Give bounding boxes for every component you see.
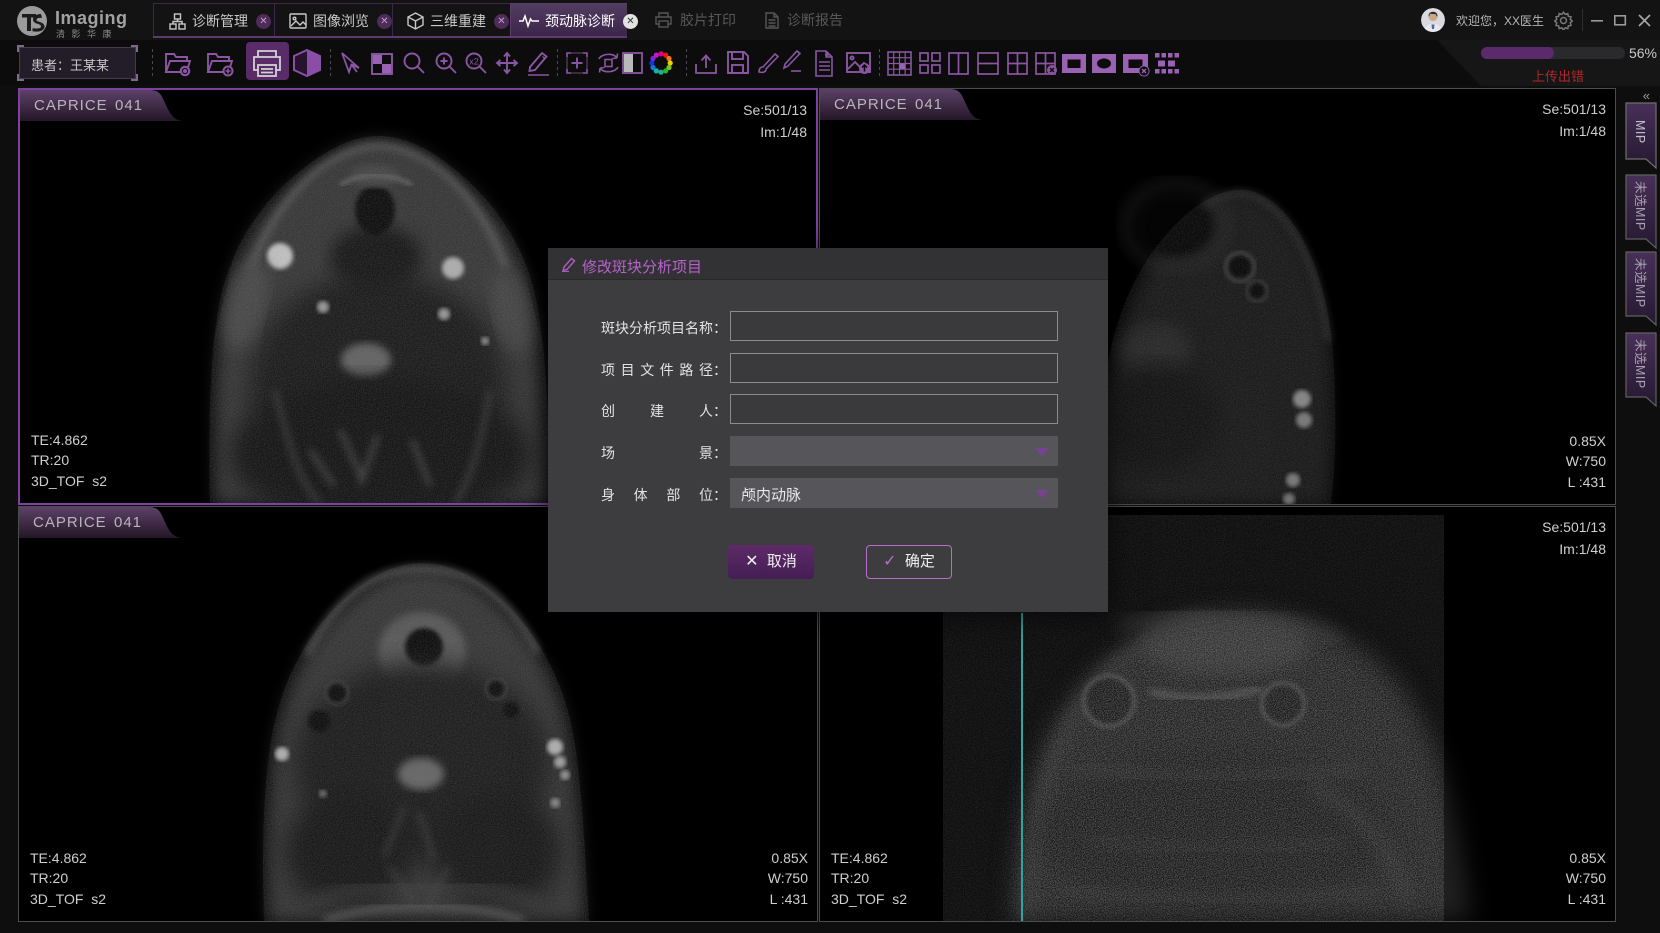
svg-text:x2: x2 [469, 57, 479, 67]
